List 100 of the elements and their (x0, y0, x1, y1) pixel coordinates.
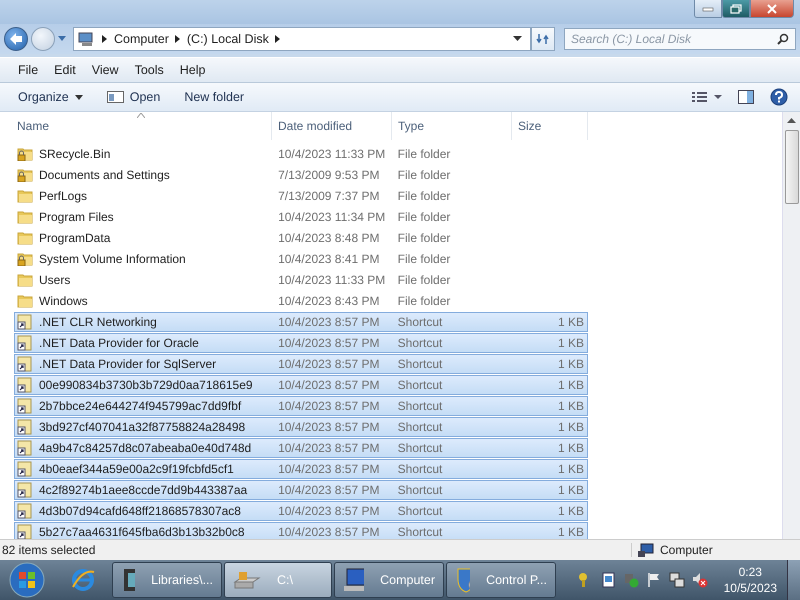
file-row[interactable]: .NET Data Provider for Oracle 10/4/2023 8:57 PM Shortcut 1 KB (14, 333, 588, 353)
back-button[interactable] (4, 27, 28, 51)
size-cell-text: 1 KB (557, 378, 586, 392)
date-cell-text: 10/4/2023 8:57 PM (277, 357, 380, 371)
shortcut-icon (17, 440, 33, 456)
breadcrumb[interactable]: (C:) Local Disk (186, 32, 269, 46)
type-cell-text: Shortcut (396, 378, 444, 392)
column-header[interactable]: Size (512, 112, 588, 140)
size-cell-text: 1 KB (557, 504, 586, 518)
file-row[interactable]: Documents and Settings 7/13/2009 9:53 PM File folder (14, 165, 588, 185)
date-cell-text: 10/4/2023 8:57 PM (277, 441, 380, 455)
menu-item[interactable]: Help (172, 61, 214, 79)
dropdown-arrow-icon[interactable] (513, 36, 522, 42)
size-cell-text: 1 KB (557, 336, 586, 350)
file-row[interactable]: .NET CLR Networking 10/4/2023 8:57 PM Shortcut 1 KB (14, 312, 588, 332)
shortcut-icon (17, 419, 33, 435)
address-bar[interactable]: Computer (C:) Local Disk (73, 27, 531, 51)
show-desktop-button[interactable] (787, 560, 800, 600)
file-row[interactable]: 4b0eaef344a59e00a2c9f19fcbfd5cf1 10/4/2023 8:57 PM Shortcut 1 KB (14, 459, 588, 479)
scroll-thumb[interactable] (784, 130, 798, 204)
file-row[interactable]: Program Files 10/4/2023 11:34 PM File folder (14, 207, 588, 227)
file-name: PerfLogs (39, 189, 88, 203)
date-cell-text: 10/4/2023 11:33 PM (277, 273, 386, 287)
date-cell-text: 10/4/2023 8:57 PM (277, 525, 380, 539)
date-cell-text: 10/4/2023 8:57 PM (277, 483, 380, 497)
file-row[interactable]: SRecycle.Bin 10/4/2023 11:33 PM File folder (14, 144, 588, 164)
drive-icon (233, 570, 261, 590)
restore-button[interactable] (722, 0, 750, 18)
file-row[interactable]: 00e990834b3730b3b729d0aa718615e9 10/4/2023 8:57 PM Shortcut 1 KB (14, 375, 588, 395)
shortcut-icon (17, 314, 33, 330)
size-cell-text: 1 KB (557, 399, 586, 413)
file-row[interactable]: 4a9b47c84257d8c07abeaba0e40d748d 10/4/2023 8:57 PM Shortcut 1 KB (14, 438, 588, 458)
toolbar-button[interactable]: Open (96, 87, 170, 107)
folder-icon (17, 210, 33, 224)
type-cell-text: File folder (396, 294, 452, 308)
type-cell-text: Shortcut (396, 525, 444, 539)
file-name: .NET Data Provider for SqlServer (39, 357, 216, 371)
toolbar-button[interactable]: Organize (8, 87, 93, 107)
search-icon (777, 33, 789, 45)
file-row[interactable]: 2b7bbce24e644274f945799ac7dd9fbf 10/4/2023 8:57 PM Shortcut 1 KB (14, 396, 588, 416)
selection-count: 82 items selected (2, 543, 96, 557)
muted-speaker-icon[interactable] (692, 572, 708, 588)
network-icon[interactable] (668, 572, 685, 588)
search-field[interactable]: Search (C:) Local Disk (564, 28, 796, 50)
file-row[interactable]: ProgramData 10/4/2023 8:48 PM File folder (14, 228, 588, 248)
type-cell-text: Shortcut (396, 420, 444, 434)
shortcut-icon (17, 524, 33, 539)
menu-item[interactable]: Edit (46, 61, 84, 79)
type-cell-text: Shortcut (396, 399, 444, 413)
file-row[interactable]: 4d3b07d94cafd648ff21868578307ac8 10/4/2023 8:57 PM Shortcut 1 KB (14, 501, 588, 521)
document-icon[interactable] (600, 572, 616, 588)
file-row[interactable]: 4c2f89274b1aee8ccde7dd9b443387aa 10/4/2023 8:57 PM Shortcut 1 KB (14, 480, 588, 500)
file-name: 2b7bbce24e644274f945799ac7dd9fbf (39, 399, 242, 413)
shortcut-icon (17, 377, 33, 393)
shortcut-icon (17, 461, 33, 477)
close-button[interactable] (750, 0, 794, 18)
refresh-button[interactable] (531, 27, 555, 51)
size-cell-text: 1 KB (557, 441, 586, 455)
shield-icon (455, 567, 470, 593)
size-cell-text: 1 KB (557, 420, 586, 434)
file-name: Program Files (39, 210, 114, 224)
minimize-button[interactable] (694, 0, 722, 18)
file-row[interactable]: .NET Data Provider for SqlServer 10/4/2023 8:57 PM Shortcut 1 KB (14, 354, 588, 374)
close-icon (766, 4, 778, 14)
size-cell-text: 1 KB (557, 357, 586, 371)
column-header[interactable]: Type (392, 112, 512, 140)
toolbar-button[interactable]: New folder (174, 87, 254, 107)
size-cell-text: 1 KB (557, 462, 586, 476)
column-header[interactable]: Date modified (272, 112, 392, 140)
folder-icon (17, 231, 33, 245)
column-header[interactable]: Name (0, 112, 272, 140)
file-row[interactable]: 3bd927cf407041a32f87758824a28498 10/4/2023 8:57 PM Shortcut 1 KB (14, 417, 588, 437)
file-row[interactable]: PerfLogs 7/13/2009 7:37 PM File folder (14, 186, 588, 206)
folder-icon (17, 189, 33, 203)
type-cell-text: Shortcut (396, 315, 444, 329)
type-cell-text: File folder (396, 168, 452, 182)
date-cell-text: 7/13/2009 9:53 PM (277, 168, 380, 182)
locked-folder-icon (17, 168, 33, 182)
file-row[interactable]: System Volume Information 10/4/2023 8:41 PM File folder (14, 249, 588, 269)
menu-item[interactable]: Tools (126, 61, 172, 79)
menu-item[interactable]: File (10, 61, 46, 79)
scrollbar[interactable] (782, 112, 800, 539)
file-row[interactable]: Users 10/4/2023 11:33 PM File folder (14, 270, 588, 290)
date-cell-text: 10/4/2023 8:57 PM (277, 315, 380, 329)
file-row[interactable]: Windows 10/4/2023 8:43 PM File folder (14, 291, 588, 311)
scroll-up-icon[interactable] (787, 118, 796, 124)
clock[interactable]: 0:23 10/5/2023 (716, 564, 785, 596)
date-cell-text: 10/4/2023 8:57 PM (277, 504, 380, 518)
flag-icon[interactable] (646, 572, 662, 588)
clock-time: 0:23 (738, 564, 762, 580)
date-cell-text: 7/13/2009 7:37 PM (277, 189, 380, 203)
caret-icon (74, 94, 83, 100)
back-arrow-icon (8, 32, 24, 46)
file-row[interactable]: 5b27c7aa4631f645fba6d3b13b32b0c8 10/4/2023 8:57 PM Shortcut 1 KB (14, 522, 588, 539)
menu-item[interactable]: View (84, 61, 127, 79)
type-cell-text: File folder (396, 231, 452, 245)
location-label: Computer (660, 543, 713, 557)
breadcrumb[interactable]: Computer (114, 32, 169, 46)
type-cell-text: File folder (396, 273, 452, 287)
locked-folder-icon (17, 252, 33, 266)
